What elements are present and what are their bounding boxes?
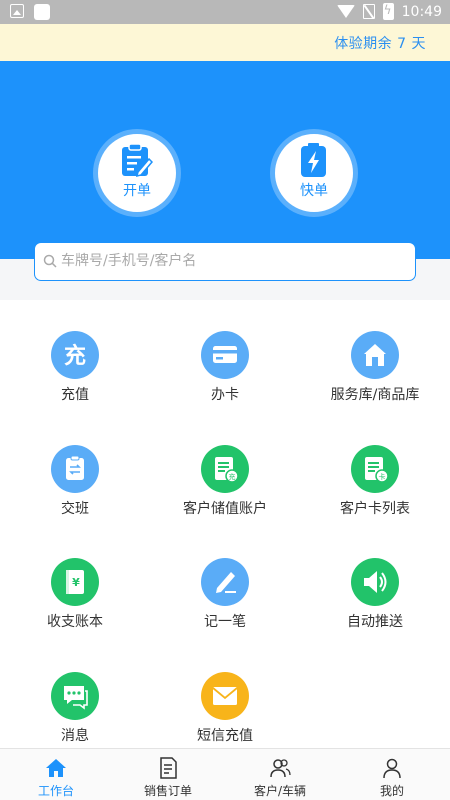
status-time: 10:49 — [401, 3, 442, 20]
envelope-icon — [212, 687, 238, 705]
open-order-label: 开单 — [123, 183, 151, 199]
feature-grid: 充 充值 办卡 服务库/商品库 交班 充 客户储值账户 卡 客户卡列表 ¥ 收支… — [0, 300, 450, 748]
trial-days-text: 体验期余 7 天 — [334, 36, 426, 52]
grid-label: 客户储值账户 — [183, 501, 267, 517]
customers-icon — [270, 759, 291, 778]
svg-text:充: 充 — [229, 472, 236, 481]
accounts-book-icon: ¥ — [66, 570, 84, 594]
quick-order-button[interactable]: 快单 — [275, 134, 353, 212]
nav-item-me[interactable]: 我的 — [336, 749, 448, 800]
card-icon — [213, 346, 237, 363]
grid-label: 交班 — [61, 501, 89, 517]
home-icon — [46, 759, 66, 777]
open-order-button[interactable]: 开单 — [98, 134, 176, 212]
svg-text:卡: 卡 — [379, 472, 386, 481]
grid-label: 短信充值 — [197, 728, 253, 744]
quick-order-label: 快单 — [300, 183, 328, 199]
no-sim-icon — [362, 4, 375, 19]
order-doc-icon — [160, 757, 177, 779]
pen-write-icon — [216, 572, 236, 593]
nav-label: 我的 — [379, 784, 404, 798]
grid-label: 办卡 — [211, 387, 239, 403]
battery-charging-icon — [382, 3, 394, 20]
battery-bolt-icon — [301, 143, 326, 177]
grid-item-recharge[interactable]: 充 充值 — [0, 331, 150, 431]
store-icon — [364, 344, 386, 366]
nav-label: 工作台 — [37, 784, 74, 798]
recharge-glyph: 充 — [64, 343, 86, 369]
nav-item-customers-vehicles[interactable]: 客户/车辆 — [224, 749, 336, 800]
status-bar: 10:49 — [0, 0, 450, 24]
chat-icon — [64, 686, 88, 710]
grid-item-stored-value[interactable]: 充 客户储值账户 — [150, 445, 300, 545]
app-notification-icon — [34, 4, 50, 20]
grid-item-card-list[interactable]: 卡 客户卡列表 — [300, 445, 450, 545]
svg-text:¥: ¥ — [72, 576, 80, 589]
grid-label: 自动推送 — [347, 614, 403, 630]
grid-label: 消息 — [61, 728, 89, 744]
search-box[interactable] — [34, 242, 416, 281]
hero-header: 开单 快单 — [0, 61, 450, 259]
grid-label: 收支账本 — [47, 614, 103, 630]
nav-label: 客户/车辆 — [253, 784, 307, 798]
wifi-icon — [336, 5, 355, 18]
stored-value-ledger-icon: 充 — [215, 457, 239, 483]
grid-item-store[interactable]: 服务库/商品库 — [300, 331, 450, 431]
speaker-icon — [364, 571, 387, 593]
grid-label: 充值 — [61, 387, 89, 403]
grid-item-auto-push[interactable]: 自动推送 — [300, 558, 450, 658]
grid-label: 客户卡列表 — [340, 501, 410, 517]
grid-label: 服务库/商品库 — [330, 387, 420, 403]
nav-label: 销售订单 — [143, 784, 192, 798]
grid-item-card[interactable]: 办卡 — [150, 331, 300, 431]
clipboard-edit-icon — [122, 143, 153, 178]
nav-item-sales-orders[interactable]: 销售订单 — [112, 749, 224, 800]
shift-handover-icon — [66, 455, 84, 480]
search-icon — [43, 254, 57, 268]
bottom-nav: 工作台 销售订单 客户/车辆 我的 — [0, 748, 450, 800]
trial-banner[interactable]: 体验期余 7 天 — [0, 24, 450, 61]
grid-label: 记一笔 — [204, 614, 246, 630]
nav-item-workbench[interactable]: 工作台 — [0, 749, 112, 800]
grid-item-shift[interactable]: 交班 — [0, 445, 150, 545]
grid-item-write-entry[interactable]: 记一笔 — [150, 558, 300, 658]
search-input[interactable] — [61, 250, 401, 272]
user-icon — [383, 758, 401, 779]
grid-item-accounts-book[interactable]: ¥ 收支账本 — [0, 558, 150, 658]
recharge-icon: 充 — [64, 343, 86, 369]
image-notification-icon — [10, 4, 24, 18]
card-list-ledger-icon: 卡 — [365, 457, 389, 483]
